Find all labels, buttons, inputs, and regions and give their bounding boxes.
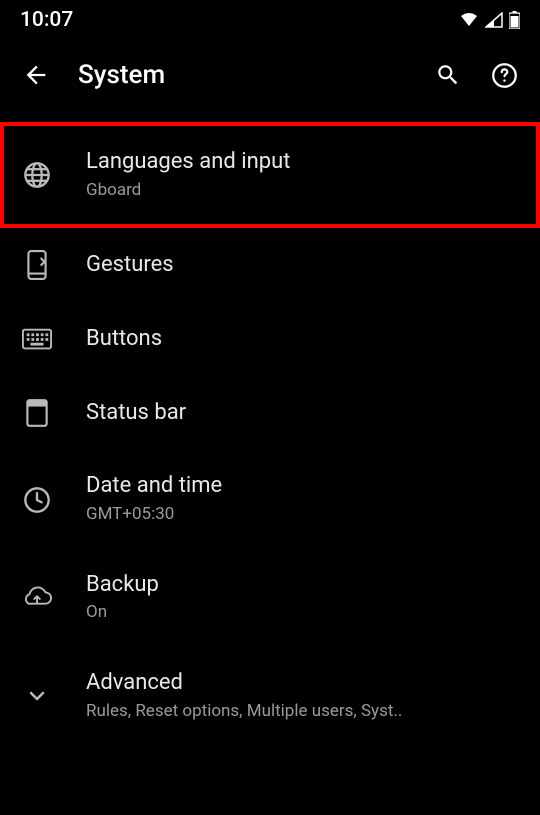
list-item-advanced[interactable]: Advanced Rules, Reset options, Multiple … bbox=[0, 647, 540, 745]
globe-icon bbox=[22, 160, 52, 190]
item-subtitle: GMT+05:30 bbox=[86, 503, 518, 527]
item-title: Advanced bbox=[86, 669, 518, 698]
chevron-down-icon bbox=[22, 681, 52, 711]
signal-icon bbox=[485, 12, 503, 28]
search-button[interactable] bbox=[435, 62, 461, 88]
list-item-date-and-time[interactable]: Date and time GMT+05:30 bbox=[0, 450, 540, 548]
status-bar-icon bbox=[22, 398, 52, 428]
item-title: Date and time bbox=[86, 472, 518, 501]
item-text: Gestures bbox=[86, 251, 518, 280]
item-title: Backup bbox=[86, 571, 518, 600]
arrow-back-icon bbox=[22, 61, 50, 89]
list-item-gestures[interactable]: Gestures bbox=[0, 228, 540, 302]
cloud-upload-icon bbox=[22, 583, 52, 613]
item-text: Advanced Rules, Reset options, Multiple … bbox=[86, 669, 518, 723]
status-time: 10:07 bbox=[20, 8, 73, 32]
help-icon bbox=[491, 62, 518, 89]
search-icon bbox=[435, 62, 461, 88]
list-item-languages-and-input[interactable]: Languages and input Gboard bbox=[0, 122, 540, 228]
help-button[interactable] bbox=[491, 62, 518, 89]
list-item-status-bar[interactable]: Status bar bbox=[0, 376, 540, 450]
item-title: Buttons bbox=[86, 325, 518, 354]
status-bar: 10:07 bbox=[0, 0, 540, 40]
item-text: Backup On bbox=[86, 571, 518, 625]
item-subtitle: Gboard bbox=[86, 179, 518, 203]
item-title: Status bar bbox=[86, 399, 518, 428]
back-button[interactable] bbox=[22, 61, 50, 89]
item-subtitle: On bbox=[86, 601, 518, 625]
app-bar: System bbox=[0, 40, 540, 110]
item-text: Status bar bbox=[86, 399, 518, 428]
list-item-buttons[interactable]: Buttons bbox=[0, 302, 540, 376]
settings-list: Languages and input Gboard Gestures Butt… bbox=[0, 110, 540, 746]
keyboard-icon bbox=[22, 324, 52, 354]
clock-icon bbox=[22, 485, 52, 515]
item-title: Languages and input bbox=[86, 148, 518, 177]
status-icons bbox=[459, 11, 520, 29]
battery-icon bbox=[509, 11, 520, 29]
item-text: Languages and input Gboard bbox=[86, 148, 518, 202]
wifi-icon bbox=[459, 12, 479, 28]
gestures-icon bbox=[22, 250, 52, 280]
list-item-backup[interactable]: Backup On bbox=[0, 549, 540, 647]
item-title: Gestures bbox=[86, 251, 518, 280]
item-text: Date and time GMT+05:30 bbox=[86, 472, 518, 526]
item-subtitle: Rules, Reset options, Multiple users, Sy… bbox=[86, 700, 518, 724]
item-text: Buttons bbox=[86, 325, 518, 354]
page-title: System bbox=[78, 60, 407, 90]
